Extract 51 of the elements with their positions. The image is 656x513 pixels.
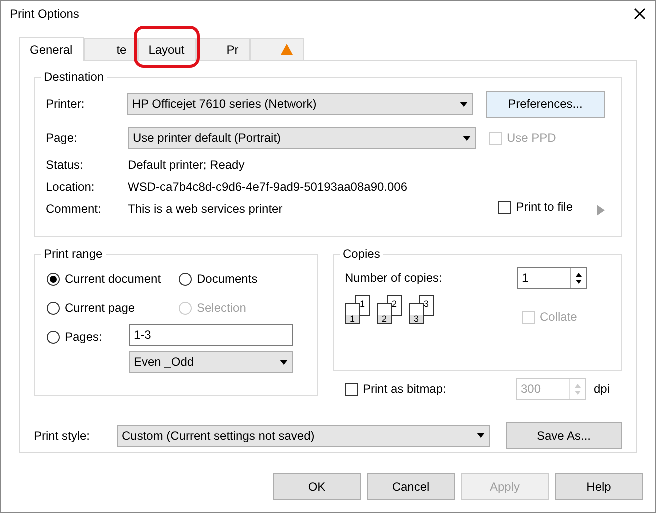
unit-label: dpi <box>594 381 610 398</box>
tab[interactable]: General <box>19 37 84 61</box>
dialog-button[interactable]: Preferences... <box>486 90 605 118</box>
field-label: Printer: <box>46 96 86 113</box>
caret-icon <box>463 136 471 140</box>
dialog-button[interactable]: Cancel <box>367 473 455 500</box>
field-label: Print style: <box>34 428 92 444</box>
field-label: Number of copies: <box>345 270 442 287</box>
window-title: Print Options <box>10 6 80 23</box>
group-title: Copies <box>340 246 384 262</box>
radio-label: Selection <box>197 300 246 317</box>
info-label: Location: <box>46 179 96 196</box>
radio-label: Documents <box>197 271 258 288</box>
radio-button[interactable] <box>47 302 60 314</box>
warning-icon <box>280 44 293 55</box>
checkbox-label: Print to file <box>516 199 573 216</box>
dropdown[interactable]: Use printer default (Portrait) <box>128 127 476 149</box>
radio-button[interactable] <box>47 330 60 344</box>
checkbox-label: Use PPD <box>507 130 556 147</box>
tab[interactable]: Pr <box>196 38 250 60</box>
radio-label: Current page <box>65 300 136 317</box>
tab[interactable]: Layout <box>138 38 196 60</box>
info-value: WSD-ca7b4c8d-c9d6-4e7f-9ad9-50193aa08a90.006 <box>128 179 408 196</box>
dialog-button[interactable]: Save As... <box>506 422 622 449</box>
checkbox[interactable] <box>498 200 512 214</box>
caret-icon <box>280 360 288 364</box>
field-label: Page: <box>46 130 78 147</box>
radio-button[interactable] <box>179 272 192 286</box>
info-value: Default printer; Ready <box>128 157 245 174</box>
checkbox-label: Print as bitmap: <box>363 381 446 398</box>
dropdown[interactable]: Custom (Current settings not saved) <box>117 424 490 446</box>
pages-field[interactable]: 1-3 <box>129 324 293 346</box>
dialog-button[interactable]: Help <box>555 473 643 500</box>
info-label: Status: <box>46 157 84 174</box>
checkbox[interactable] <box>345 382 358 396</box>
close-icon[interactable] <box>634 8 646 20</box>
spin-field[interactable]: 1 <box>517 267 587 289</box>
info-value: This is a web services printer <box>128 201 283 218</box>
radio-button[interactable] <box>47 272 60 286</box>
dropdown[interactable]: Even _Odd <box>129 351 293 373</box>
radio-label: Current document <box>65 271 162 288</box>
tab[interactable]: te <box>84 38 138 60</box>
info-label: Comment: <box>46 201 102 218</box>
checkbox-label: Collate <box>540 309 578 326</box>
radio-label: Pages: <box>65 329 102 346</box>
group-title: Print range <box>41 246 106 262</box>
caret-icon <box>477 433 485 438</box>
dialog-button[interactable]: OK <box>273 473 361 500</box>
dropdown[interactable]: HP Officejet 7610 series (Network) <box>127 93 473 115</box>
play-icon[interactable] <box>597 205 605 216</box>
caret-icon <box>460 102 468 106</box>
